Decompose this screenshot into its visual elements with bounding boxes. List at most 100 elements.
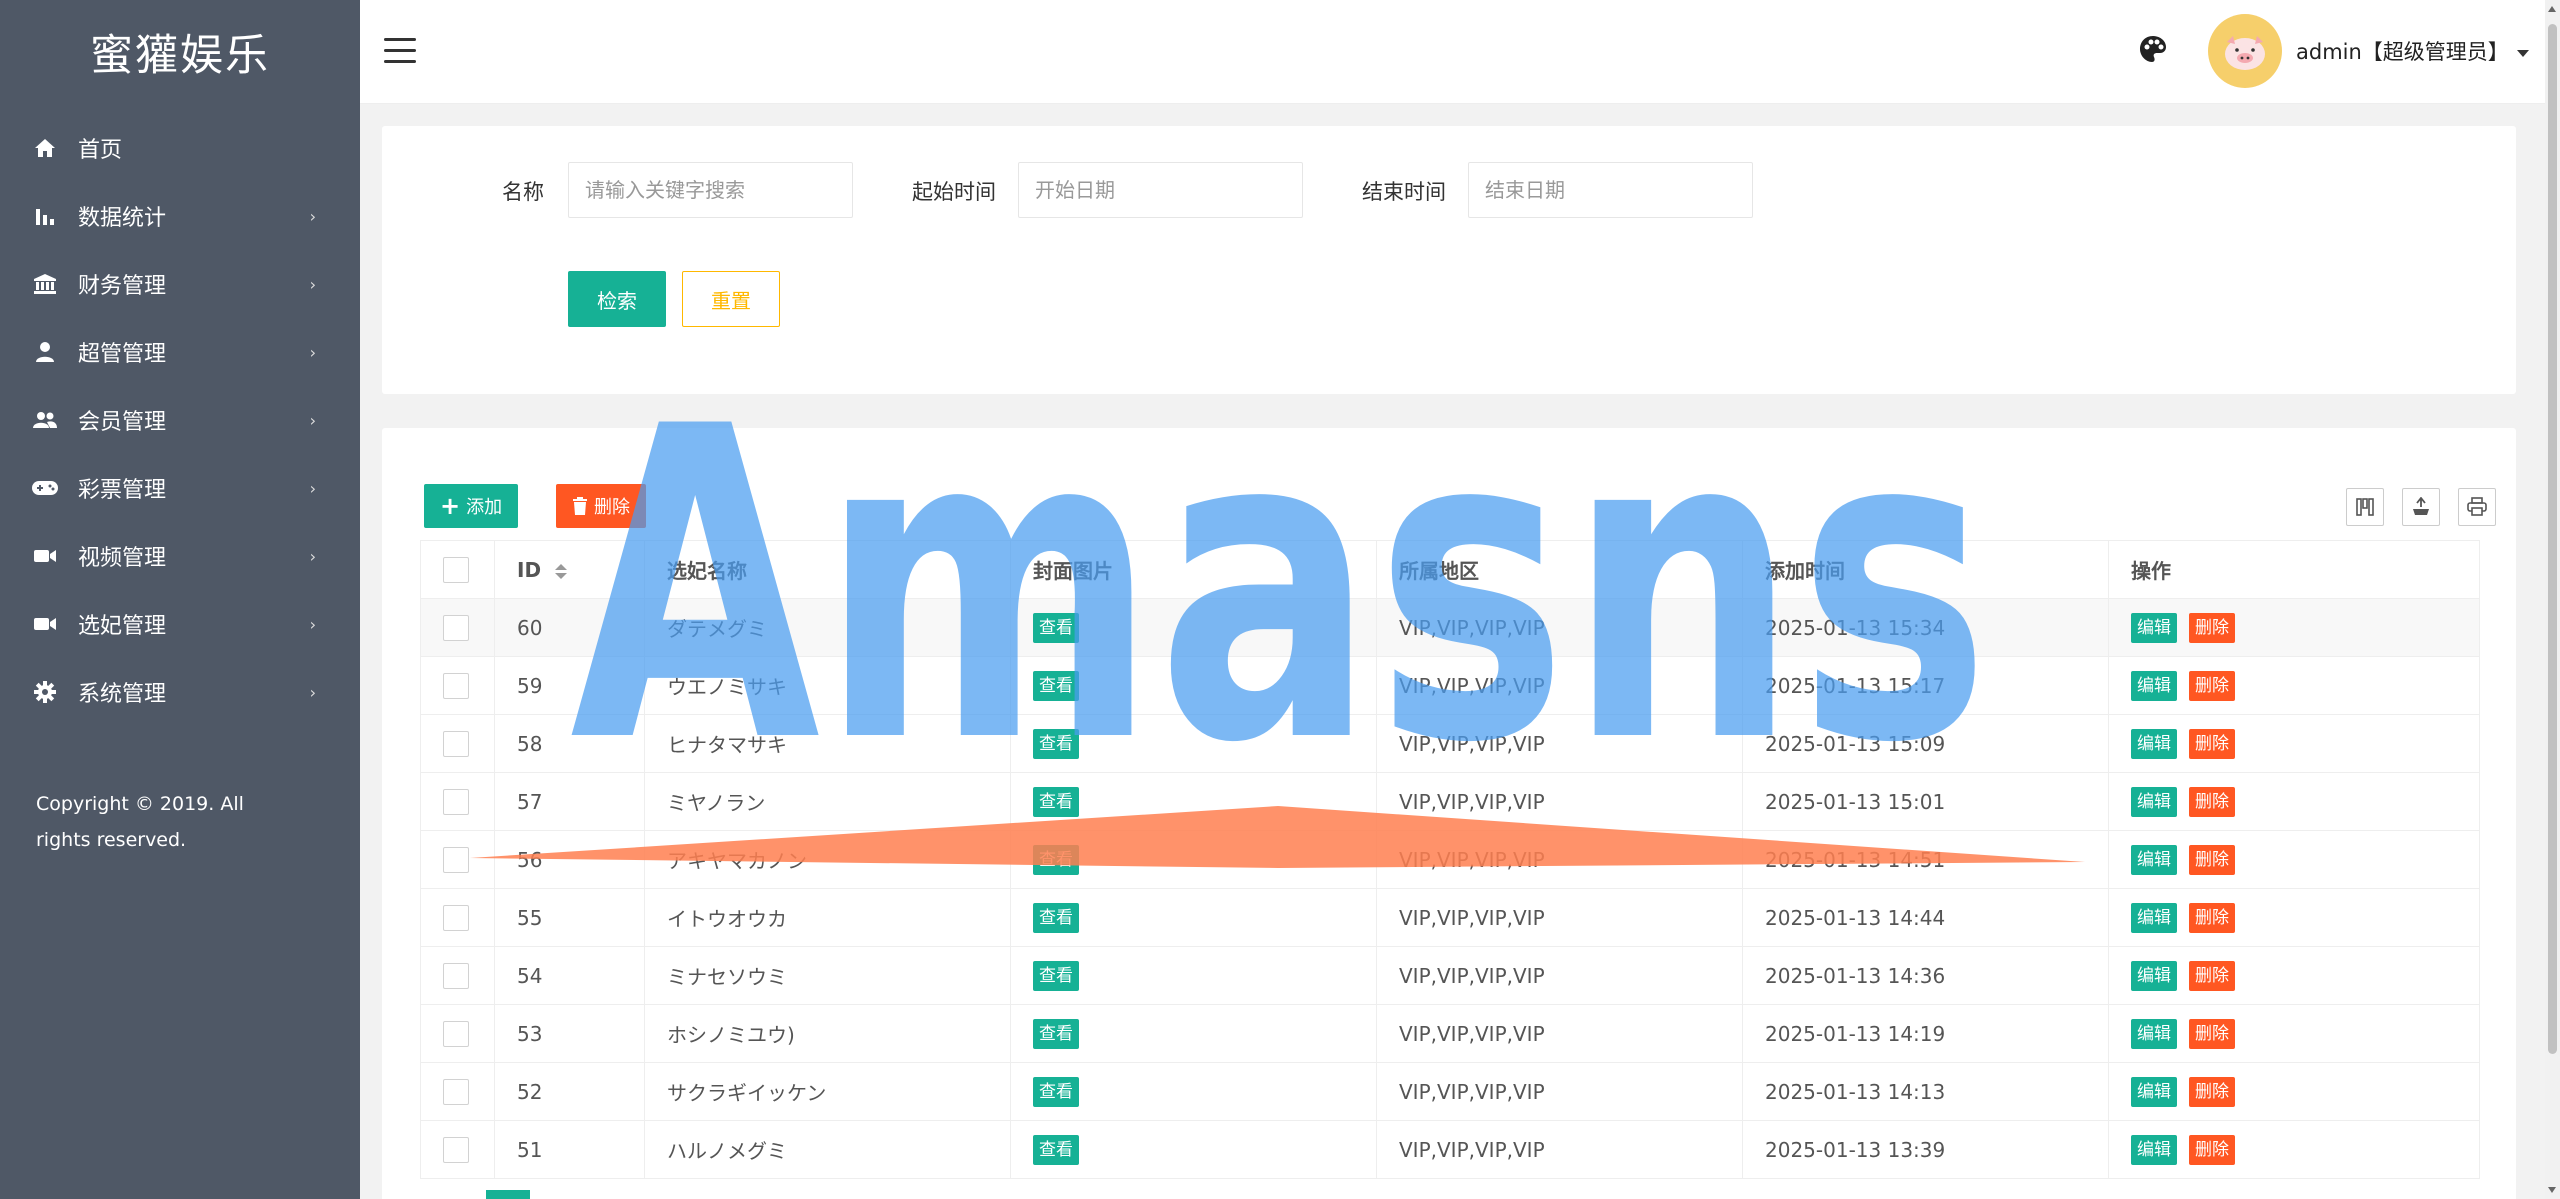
edit-button[interactable]: 编辑 [2131,844,2177,875]
cell-cover: 查看 [1010,714,1377,773]
chevron-right-icon: › [309,614,316,634]
column-header-id[interactable]: ID [494,540,645,599]
view-cover-button[interactable]: 查看 [1033,960,1079,991]
edit-button[interactable]: 编辑 [2131,1018,2177,1049]
scroll-down-icon[interactable] [2548,1187,2556,1193]
view-cover-button[interactable]: 查看 [1033,844,1079,875]
scroll-up-icon[interactable] [2548,6,2556,12]
cell-time: 2025-01-13 14:44 [1742,888,2109,947]
cell-name: サクラギイッケン [644,1062,1011,1121]
cell-cover: 查看 [1010,888,1377,947]
menu-toggle-icon[interactable] [384,38,416,64]
view-cover-button[interactable]: 查看 [1033,612,1079,643]
print-icon[interactable] [2458,488,2496,526]
view-cover-button[interactable]: 查看 [1033,1134,1079,1165]
view-cover-button[interactable]: 查看 [1033,902,1079,933]
avatar[interactable] [2208,14,2282,88]
video-icon [32,611,58,637]
delete-button[interactable]: 删除 [2189,786,2235,817]
reset-button[interactable]: 重置 [682,271,780,327]
edit-button[interactable]: 编辑 [2131,670,2177,701]
cell-name: ホシノミユウ) [644,1004,1011,1063]
end-date-input[interactable] [1468,162,1753,218]
row-select-cell [420,888,495,947]
delete-button[interactable]: 删除 [2189,670,2235,701]
cell-area: VIP,VIP,VIP,VIP [1376,714,1743,773]
cell-time: 2025-01-13 14:36 [1742,946,2109,1005]
cell-time: 2025-01-13 14:51 [1742,830,2109,889]
select-all-checkbox[interactable] [443,556,469,583]
sidebar-item-finance[interactable]: 财务管理 › [0,250,360,318]
delete-button[interactable]: 删除 [2189,844,2235,875]
row-checkbox[interactable] [443,904,469,931]
sidebar-item-system[interactable]: 系统管理 › [0,658,360,726]
sidebar-item-home[interactable]: 首页 [0,114,360,182]
add-button[interactable]: + 添加 [424,484,519,528]
cell-cover: 查看 [1010,1062,1377,1121]
export-icon[interactable] [2402,488,2440,526]
delete-button[interactable]: 删除 [2189,902,2235,933]
cell-id: 56 [494,830,645,889]
row-checkbox[interactable] [443,1078,469,1105]
theme-palette-icon[interactable] [2138,34,2172,68]
cell-actions: 编辑 删除 [2108,598,2480,657]
edit-button[interactable]: 编辑 [2131,612,2177,643]
cell-area: VIP,VIP,VIP,VIP [1376,1062,1743,1121]
view-cover-button[interactable]: 查看 [1033,1018,1079,1049]
view-cover-button[interactable]: 查看 [1033,1076,1079,1107]
delete-button[interactable]: 删除 [2189,1076,2235,1107]
pagination-current-page[interactable] [486,1190,530,1199]
edit-button[interactable]: 编辑 [2131,1076,2177,1107]
chevron-right-icon: › [309,478,316,498]
batch-delete-button[interactable]: 删除 [556,484,646,528]
delete-button[interactable]: 删除 [2189,960,2235,991]
row-checkbox[interactable] [443,730,469,757]
delete-button[interactable]: 删除 [2189,1134,2235,1165]
delete-button[interactable]: 删除 [2189,1018,2235,1049]
view-cover-button[interactable]: 查看 [1033,728,1079,759]
sidebar-item-video[interactable]: 视频管理 › [0,522,360,590]
user-menu[interactable]: admin【超级管理员】 [2296,36,2529,66]
plus-icon: + [440,492,461,520]
sidebar-item-data-stats[interactable]: 数据统计 › [0,182,360,250]
row-checkbox[interactable] [443,1136,469,1163]
cell-id: 52 [494,1062,645,1121]
cell-area: VIP,VIP,VIP,VIP [1376,1120,1743,1179]
scrollbar-thumb[interactable] [2548,24,2557,1054]
cell-area: VIP,VIP,VIP,VIP [1376,946,1743,1005]
sort-icon[interactable] [555,563,568,579]
columns-filter-icon[interactable] [2346,488,2384,526]
brand-logo[interactable]: 蜜獾娱乐 [0,0,360,104]
sidebar-item-members[interactable]: 会员管理 › [0,386,360,454]
edit-button[interactable]: 编辑 [2131,1134,2177,1165]
delete-button[interactable]: 删除 [2189,728,2235,759]
row-select-cell [420,1062,495,1121]
view-cover-button[interactable]: 查看 [1033,786,1079,817]
sidebar-item-super-admin[interactable]: 超管管理 › [0,318,360,386]
edit-button[interactable]: 编辑 [2131,728,2177,759]
sidebar-item-concubine[interactable]: 选妃管理 › [0,590,360,658]
cell-cover: 查看 [1010,1120,1377,1179]
row-checkbox[interactable] [443,1020,469,1047]
view-cover-button[interactable]: 查看 [1033,670,1079,701]
row-checkbox[interactable] [443,672,469,699]
name-search-input[interactable] [568,162,853,218]
search-button[interactable]: 检索 [568,271,666,327]
table-toolbar: + 添加 删除 [420,466,2496,530]
chevron-right-icon: › [309,410,316,430]
row-checkbox[interactable] [443,788,469,815]
cell-time: 2025-01-13 14:19 [1742,1004,2109,1063]
row-checkbox[interactable] [443,614,469,641]
edit-button[interactable]: 编辑 [2131,786,2177,817]
edit-button[interactable]: 编辑 [2131,960,2177,991]
vertical-scrollbar[interactable] [2545,0,2560,1199]
delete-button[interactable]: 删除 [2189,612,2235,643]
row-checkbox[interactable] [443,962,469,989]
cell-actions: 编辑 删除 [2108,888,2480,947]
cell-cover: 查看 [1010,656,1377,715]
row-checkbox[interactable] [443,846,469,873]
edit-button[interactable]: 编辑 [2131,902,2177,933]
sidebar-item-label: 系统管理 [78,682,167,707]
sidebar-item-lottery[interactable]: 彩票管理 › [0,454,360,522]
start-date-input[interactable] [1018,162,1303,218]
